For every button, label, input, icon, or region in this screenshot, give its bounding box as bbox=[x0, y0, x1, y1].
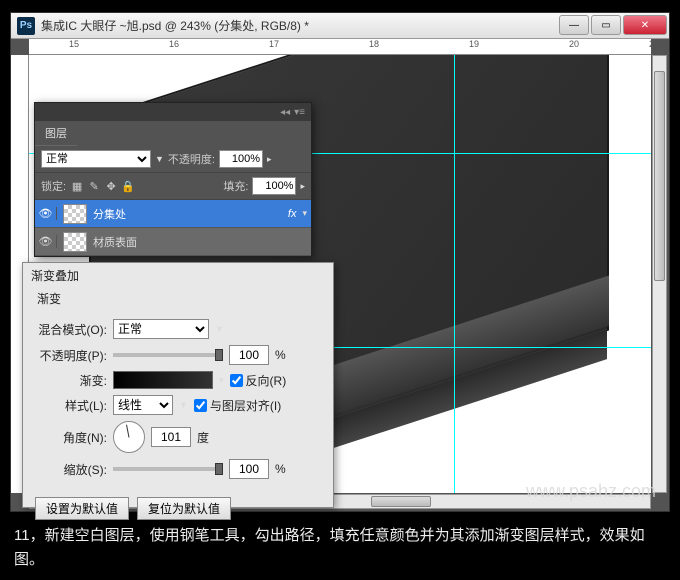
opacity-label: 不透明度: bbox=[168, 151, 215, 167]
lock-icons-group: ▦ ✎ ✥ 🔒 bbox=[70, 179, 135, 193]
ruler-tick: 16 bbox=[169, 39, 179, 49]
angle-label: 角度(N): bbox=[35, 429, 107, 446]
lock-row: 锁定: ▦ ✎ ✥ 🔒 填充: ▸ bbox=[35, 173, 311, 200]
dropdown-icon: ▼ bbox=[215, 324, 224, 334]
layer-style-panel: 渐变叠加 渐变 混合模式(O): 正常 ▼ 不透明度(P): % 渐变: ▾ 反… bbox=[22, 262, 334, 508]
angle-dial[interactable] bbox=[113, 421, 145, 453]
maximize-button[interactable]: ▭ bbox=[591, 15, 621, 35]
ruler-tick: 15 bbox=[69, 39, 79, 49]
lock-pixels-icon[interactable]: ✎ bbox=[87, 179, 101, 193]
style-body: 混合模式(O): 正常 ▼ 不透明度(P): % 渐变: ▾ 反向(R) 样式(… bbox=[23, 309, 333, 489]
opacity-label: 不透明度(P): bbox=[35, 347, 107, 364]
lock-all-icon[interactable]: 🔒 bbox=[121, 179, 135, 193]
gradient-swatch[interactable] bbox=[113, 371, 213, 389]
opacity-value[interactable] bbox=[229, 345, 269, 365]
align-label: 与图层对齐(I) bbox=[210, 397, 281, 414]
align-checkbox[interactable]: 与图层对齐(I) bbox=[194, 397, 281, 414]
title-bar: Ps 集成IC 大眼仔 ~旭.psd @ 243% (分集处, RGB/8) *… bbox=[11, 13, 669, 39]
style-subtitle: 渐变 bbox=[23, 288, 333, 309]
layer-row[interactable]: 👁 分集处 fx ▾ bbox=[35, 200, 311, 228]
scale-slider[interactable] bbox=[113, 467, 223, 471]
set-default-button[interactable]: 设置为默认值 bbox=[35, 497, 129, 520]
layer-thumbnail[interactable] bbox=[63, 204, 87, 224]
fill-label: 填充: bbox=[223, 178, 248, 194]
panel-menu-icon[interactable]: ▾≡ bbox=[294, 107, 305, 118]
dropdown-icon[interactable]: ▾ bbox=[219, 375, 224, 386]
panel-header: ◂◂ ▾≡ bbox=[35, 103, 311, 121]
blend-mode-label: 混合模式(O): bbox=[35, 321, 107, 338]
horizontal-ruler[interactable]: 15 16 17 18 19 20 21 bbox=[29, 39, 651, 55]
blend-mode-select[interactable]: 正常 bbox=[113, 319, 209, 339]
window-title: 集成IC 大眼仔 ~旭.psd @ 243% (分集处, RGB/8) * bbox=[41, 17, 559, 34]
ruler-tick: 20 bbox=[569, 39, 579, 49]
expand-icon[interactable]: ▾ bbox=[302, 208, 307, 219]
opacity-input[interactable] bbox=[219, 150, 263, 168]
layer-name: 分集处 bbox=[93, 206, 126, 222]
ruler-tick: 17 bbox=[269, 39, 279, 49]
lock-transparent-icon[interactable]: ▦ bbox=[70, 179, 84, 193]
percent-label: % bbox=[275, 348, 286, 362]
layer-row[interactable]: 👁 材质表面 bbox=[35, 228, 311, 256]
reverse-label: 反向(R) bbox=[246, 372, 287, 389]
ruler-tick: 21 bbox=[649, 39, 659, 49]
visibility-icon[interactable]: 👁 bbox=[35, 235, 57, 248]
dropdown-icon[interactable]: ▸ bbox=[300, 181, 305, 192]
visibility-icon[interactable]: 👁 bbox=[35, 207, 57, 220]
opacity-slider[interactable] bbox=[113, 353, 223, 357]
layers-panel: ◂◂ ▾≡ 图层 正常 ▼ 不透明度: ▸ 锁定: ▦ ✎ ✥ 🔒 填充: ▸ … bbox=[34, 102, 312, 257]
ruler-tick: 19 bbox=[469, 39, 479, 49]
ps-app-icon: Ps bbox=[17, 17, 35, 35]
dropdown-icon[interactable]: ▸ bbox=[267, 154, 272, 165]
fill-input[interactable] bbox=[252, 177, 296, 195]
layers-tab[interactable]: 图层 bbox=[35, 121, 77, 146]
dropdown-icon: ▼ bbox=[155, 154, 164, 164]
reverse-checkbox[interactable]: 反向(R) bbox=[230, 372, 287, 389]
watermark-text: www.68ps.com bbox=[50, 62, 171, 83]
footer-watermark: www.psahz.com bbox=[526, 481, 656, 502]
layer-name: 材质表面 bbox=[93, 234, 137, 250]
gradient-label: 渐变: bbox=[35, 372, 107, 389]
guide-vertical[interactable] bbox=[454, 55, 455, 493]
tutorial-caption: 11，新建空白图层，使用钢笔工具，勾出路径，填充任意颜色并为其添加渐变图层样式，… bbox=[14, 524, 666, 572]
percent-label: % bbox=[275, 462, 286, 476]
style-label: 样式(L): bbox=[35, 397, 107, 414]
scrollbar-thumb[interactable] bbox=[654, 71, 665, 281]
reset-default-button[interactable]: 复位为默认值 bbox=[137, 497, 231, 520]
layer-thumbnail[interactable] bbox=[63, 232, 87, 252]
fx-badge[interactable]: fx bbox=[288, 208, 297, 220]
window-buttons: — ▭ ✕ bbox=[559, 13, 669, 38]
button-row: 设置为默认值 复位为默认值 bbox=[23, 489, 333, 528]
scale-label: 缩放(S): bbox=[35, 461, 107, 478]
slider-knob[interactable] bbox=[215, 463, 223, 475]
lock-position-icon[interactable]: ✥ bbox=[104, 179, 118, 193]
dropdown-icon: ▼ bbox=[179, 400, 188, 410]
slider-knob[interactable] bbox=[215, 349, 223, 361]
minimize-button[interactable]: — bbox=[559, 15, 589, 35]
close-button[interactable]: ✕ bbox=[623, 15, 667, 35]
ruler-tick: 18 bbox=[369, 39, 379, 49]
style-select[interactable]: 线性 bbox=[113, 395, 173, 415]
blend-row: 正常 ▼ 不透明度: ▸ bbox=[35, 146, 311, 173]
lock-label: 锁定: bbox=[41, 178, 66, 194]
angle-unit: 度 bbox=[197, 429, 209, 446]
layer-list: 👁 分集处 fx ▾ 👁 材质表面 bbox=[35, 200, 311, 256]
style-title: 渐变叠加 bbox=[23, 263, 333, 288]
collapse-icon[interactable]: ◂◂ bbox=[280, 107, 290, 118]
scrollbar-thumb[interactable] bbox=[371, 496, 431, 507]
vertical-scrollbar[interactable] bbox=[652, 55, 667, 493]
scale-value[interactable] bbox=[229, 459, 269, 479]
angle-value[interactable] bbox=[151, 427, 191, 447]
blend-mode-select[interactable]: 正常 bbox=[41, 150, 151, 168]
